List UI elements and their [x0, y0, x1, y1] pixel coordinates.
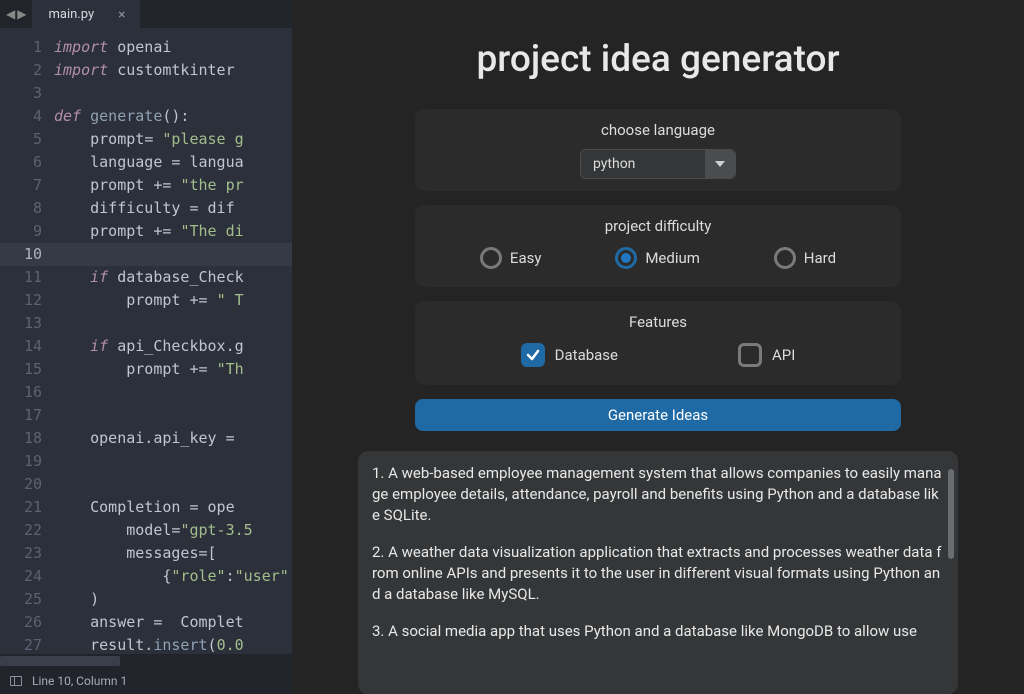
line-number-gutter: 1234567891011121314151617181920212223242…	[0, 28, 54, 654]
features-label: Features	[433, 313, 883, 331]
editor-tabbar: ◀ ▶ main.py ×	[0, 0, 292, 28]
checkbox-label: Database	[555, 346, 618, 364]
feature-api-checkbox[interactable]: API	[738, 343, 795, 367]
nav-back-icon[interactable]: ◀	[6, 7, 15, 21]
difficulty-panel: project difficulty Easy Medium Hard	[415, 205, 901, 287]
feature-database-checkbox[interactable]: Database	[521, 343, 618, 367]
result-item: 3. A social media app that uses Python a…	[372, 621, 944, 642]
app-title: project idea generator	[476, 38, 839, 81]
radio-label: Hard	[804, 249, 836, 267]
editor-statusbar: Line 10, Column 1	[0, 668, 292, 694]
code-editor-pane: ◀ ▶ main.py × 12345678910111213141516171…	[0, 0, 292, 694]
difficulty-label: project difficulty	[433, 217, 883, 235]
cursor-position: Line 10, Column 1	[32, 674, 127, 688]
chevron-down-icon[interactable]	[705, 150, 735, 178]
checkbox-icon	[738, 343, 762, 367]
checkbox-label: API	[772, 346, 795, 364]
language-panel: choose language python	[415, 109, 901, 191]
project-idea-generator-app: project idea generator choose language p…	[292, 0, 1024, 694]
generate-ideas-button[interactable]: Generate Ideas	[415, 399, 901, 431]
tab-filename: main.py	[48, 7, 94, 22]
horizontal-scrollbar[interactable]	[0, 654, 292, 668]
code-content[interactable]: import openaiimport customtkinter def ge…	[54, 28, 292, 654]
features-panel: Features Database API	[415, 301, 901, 385]
button-label: Generate Ideas	[608, 406, 708, 424]
difficulty-hard-radio[interactable]: Hard	[774, 247, 836, 269]
editor-tab[interactable]: main.py ×	[32, 0, 139, 28]
radio-label: Medium	[645, 249, 700, 267]
language-value: python	[581, 156, 705, 172]
checkbox-icon	[521, 343, 545, 367]
code-area[interactable]: 1234567891011121314151617181920212223242…	[0, 28, 292, 654]
panel-icon[interactable]	[10, 676, 22, 686]
difficulty-easy-radio[interactable]: Easy	[480, 247, 542, 269]
scrollbar-thumb[interactable]	[0, 656, 120, 666]
radio-label: Easy	[510, 249, 542, 267]
close-icon[interactable]: ×	[118, 7, 125, 23]
result-item: 1. A web-based employee management syste…	[372, 463, 944, 526]
difficulty-medium-radio[interactable]: Medium	[615, 247, 700, 269]
results-textbox[interactable]: 1. A web-based employee management syste…	[358, 451, 958, 694]
scrollbar-thumb[interactable]	[948, 469, 954, 559]
result-item: 2. A weather data visualization applicat…	[372, 542, 944, 605]
language-select[interactable]: python	[580, 149, 736, 179]
nav-forward-icon[interactable]: ▶	[17, 7, 26, 21]
language-label: choose language	[433, 121, 883, 139]
